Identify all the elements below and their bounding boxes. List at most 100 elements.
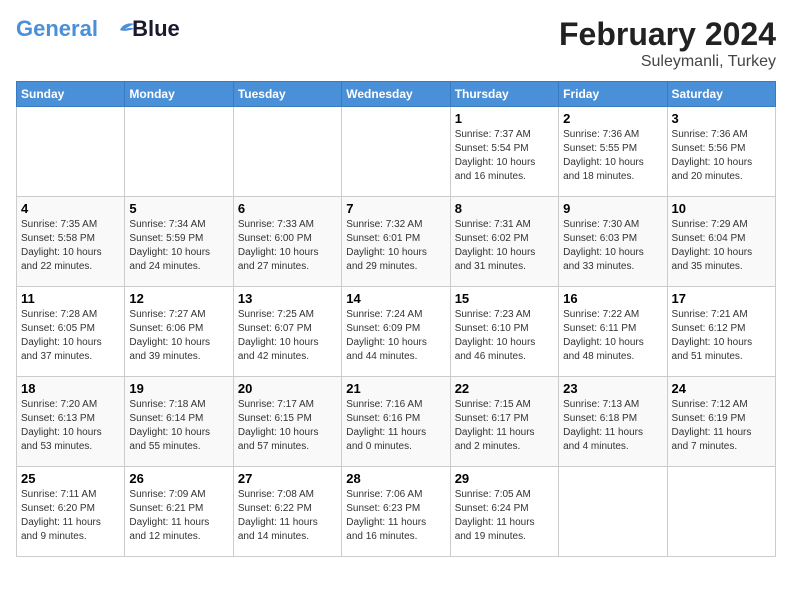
calendar-day-cell: 28 Sunrise: 7:06 AM Sunset: 6:23 PM Dayli… [342, 467, 450, 557]
calendar-day-cell: 11 Sunrise: 7:28 AM Sunset: 6:05 PM Dayli… [17, 287, 125, 377]
day-number: 4 [21, 201, 120, 216]
logo-bird-icon [106, 20, 134, 40]
day-info: Sunrise: 7:23 AM Sunset: 6:10 PM Dayligh… [455, 308, 554, 364]
calendar-day-cell: 6 Sunrise: 7:33 AM Sunset: 6:00 PM Daylig… [233, 197, 341, 287]
calendar-day-cell: 1 Sunrise: 7:37 AM Sunset: 5:54 PM Daylig… [450, 107, 558, 197]
weekday-header-friday: Friday [559, 82, 667, 107]
calendar-empty-cell [125, 107, 233, 197]
calendar-day-cell: 23 Sunrise: 7:13 AM Sunset: 6:18 PM Dayli… [559, 377, 667, 467]
weekday-header-wednesday: Wednesday [342, 82, 450, 107]
day-info: Sunrise: 7:37 AM Sunset: 5:54 PM Dayligh… [455, 128, 554, 184]
day-number: 1 [455, 111, 554, 126]
logo-text-blue: Blue [132, 16, 180, 42]
day-number: 13 [238, 291, 337, 306]
day-info: Sunrise: 7:35 AM Sunset: 5:58 PM Dayligh… [21, 218, 120, 274]
calendar-day-cell: 22 Sunrise: 7:15 AM Sunset: 6:17 PM Dayli… [450, 377, 558, 467]
logo-text-general: General [16, 16, 98, 41]
calendar-day-cell: 14 Sunrise: 7:24 AM Sunset: 6:09 PM Dayli… [342, 287, 450, 377]
day-number: 26 [129, 471, 228, 486]
day-number: 18 [21, 381, 120, 396]
day-info: Sunrise: 7:27 AM Sunset: 6:06 PM Dayligh… [129, 308, 228, 364]
calendar-week-row: 11 Sunrise: 7:28 AM Sunset: 6:05 PM Dayli… [17, 287, 776, 377]
month-title: February 2024 [559, 16, 776, 53]
calendar-day-cell: 27Sunrise: 7:08 AM Sunset: 6:22 PM Dayli… [233, 467, 341, 557]
day-info: Sunrise: 7:12 AM Sunset: 6:19 PM Dayligh… [672, 398, 771, 454]
weekday-header-sunday: Sunday [17, 82, 125, 107]
calendar-day-cell: 13 Sunrise: 7:25 AM Sunset: 6:07 PM Dayli… [233, 287, 341, 377]
calendar-day-cell: 20 Sunrise: 7:17 AM Sunset: 6:15 PM Dayli… [233, 377, 341, 467]
day-number: 20 [238, 381, 337, 396]
day-number: 9 [563, 201, 662, 216]
calendar-day-cell: 29 Sunrise: 7:05 AM Sunset: 6:24 PM Dayli… [450, 467, 558, 557]
day-info: Sunrise: 7:21 AM Sunset: 6:12 PM Dayligh… [672, 308, 771, 364]
calendar-week-row: 25 Sunrise: 7:11 AM Sunset: 6:20 PM Dayli… [17, 467, 776, 557]
day-info: Sunrise: 7:16 AM Sunset: 6:16 PM Dayligh… [346, 398, 445, 454]
calendar-day-cell: 18Sunrise: 7:20 AM Sunset: 6:13 PM Dayli… [17, 377, 125, 467]
calendar-day-cell: 10 Sunrise: 7:29 AM Sunset: 6:04 PM Dayli… [667, 197, 775, 287]
logo: General Blue [16, 16, 180, 42]
page-header: General Blue February 2024 Suleymanli, T… [16, 16, 776, 71]
day-number: 25 [21, 471, 120, 486]
day-number: 28 [346, 471, 445, 486]
weekday-header-thursday: Thursday [450, 82, 558, 107]
day-info: Sunrise: 7:22 AM Sunset: 6:11 PM Dayligh… [563, 308, 662, 364]
weekday-header-row: SundayMondayTuesdayWednesdayThursdayFrid… [17, 82, 776, 107]
calendar-day-cell: 5 Sunrise: 7:34 AM Sunset: 5:59 PM Daylig… [125, 197, 233, 287]
calendar-day-cell: 12 Sunrise: 7:27 AM Sunset: 6:06 PM Dayli… [125, 287, 233, 377]
day-info: Sunrise: 7:11 AM Sunset: 6:20 PM Dayligh… [21, 488, 120, 544]
calendar-day-cell: 26 Sunrise: 7:09 AM Sunset: 6:21 PM Dayli… [125, 467, 233, 557]
calendar-day-cell: 21 Sunrise: 7:16 AM Sunset: 6:16 PM Dayli… [342, 377, 450, 467]
calendar-day-cell: 15 Sunrise: 7:23 AM Sunset: 6:10 PM Dayli… [450, 287, 558, 377]
day-info: Sunrise: 7:33 AM Sunset: 6:00 PM Dayligh… [238, 218, 337, 274]
day-number: 19 [129, 381, 228, 396]
weekday-header-monday: Monday [125, 82, 233, 107]
calendar-empty-cell [342, 107, 450, 197]
day-number: 15 [455, 291, 554, 306]
day-number: 10 [672, 201, 771, 216]
calendar-header: SundayMondayTuesdayWednesdayThursdayFrid… [17, 82, 776, 107]
day-number: 17 [672, 291, 771, 306]
day-number: 7 [346, 201, 445, 216]
day-info: Sunrise: 7:24 AM Sunset: 6:09 PM Dayligh… [346, 308, 445, 364]
calendar-empty-cell [667, 467, 775, 557]
day-number: 5 [129, 201, 228, 216]
day-number: 8 [455, 201, 554, 216]
day-number: 14 [346, 291, 445, 306]
calendar-day-cell: 19 Sunrise: 7:18 AM Sunset: 6:14 PM Dayli… [125, 377, 233, 467]
calendar-week-row: 18Sunrise: 7:20 AM Sunset: 6:13 PM Dayli… [17, 377, 776, 467]
calendar-day-cell: 24 Sunrise: 7:12 AM Sunset: 6:19 PM Dayli… [667, 377, 775, 467]
calendar-day-cell: 16 Sunrise: 7:22 AM Sunset: 6:11 PM Dayli… [559, 287, 667, 377]
day-number: 21 [346, 381, 445, 396]
day-info: Sunrise: 7:06 AM Sunset: 6:23 PM Dayligh… [346, 488, 445, 544]
calendar-day-cell: 4 Sunrise: 7:35 AM Sunset: 5:58 PM Daylig… [17, 197, 125, 287]
day-info: Sunrise: 7:28 AM Sunset: 6:05 PM Dayligh… [21, 308, 120, 364]
day-info: Sunrise: 7:32 AM Sunset: 6:01 PM Dayligh… [346, 218, 445, 274]
day-info: Sunrise: 7:29 AM Sunset: 6:04 PM Dayligh… [672, 218, 771, 274]
day-info: Sunrise: 7:09 AM Sunset: 6:21 PM Dayligh… [129, 488, 228, 544]
day-number: 11 [21, 291, 120, 306]
day-info: Sunrise: 7:31 AM Sunset: 6:02 PM Dayligh… [455, 218, 554, 274]
day-info: Sunrise: 7:25 AM Sunset: 6:07 PM Dayligh… [238, 308, 337, 364]
day-number: 22 [455, 381, 554, 396]
day-number: 12 [129, 291, 228, 306]
day-info: Sunrise: 7:13 AM Sunset: 6:18 PM Dayligh… [563, 398, 662, 454]
day-info: Sunrise: 7:18 AM Sunset: 6:14 PM Dayligh… [129, 398, 228, 454]
day-number: 3 [672, 111, 771, 126]
day-number: 24 [672, 381, 771, 396]
calendar-day-cell: 17 Sunrise: 7:21 AM Sunset: 6:12 PM Dayli… [667, 287, 775, 377]
calendar-empty-cell [559, 467, 667, 557]
day-info: Sunrise: 7:36 AM Sunset: 5:55 PM Dayligh… [563, 128, 662, 184]
day-info: Sunrise: 7:15 AM Sunset: 6:17 PM Dayligh… [455, 398, 554, 454]
calendar-day-cell: 2Sunrise: 7:36 AM Sunset: 5:55 PM Daylig… [559, 107, 667, 197]
day-number: 29 [455, 471, 554, 486]
calendar-empty-cell [233, 107, 341, 197]
day-info: Sunrise: 7:17 AM Sunset: 6:15 PM Dayligh… [238, 398, 337, 454]
day-number: 23 [563, 381, 662, 396]
day-number: 6 [238, 201, 337, 216]
title-block: February 2024 Suleymanli, Turkey [559, 16, 776, 71]
day-info: Sunrise: 7:36 AM Sunset: 5:56 PM Dayligh… [672, 128, 771, 184]
day-info: Sunrise: 7:34 AM Sunset: 5:59 PM Dayligh… [129, 218, 228, 274]
day-number: 16 [563, 291, 662, 306]
day-info: Sunrise: 7:05 AM Sunset: 6:24 PM Dayligh… [455, 488, 554, 544]
calendar-table: SundayMondayTuesdayWednesdayThursdayFrid… [16, 81, 776, 557]
